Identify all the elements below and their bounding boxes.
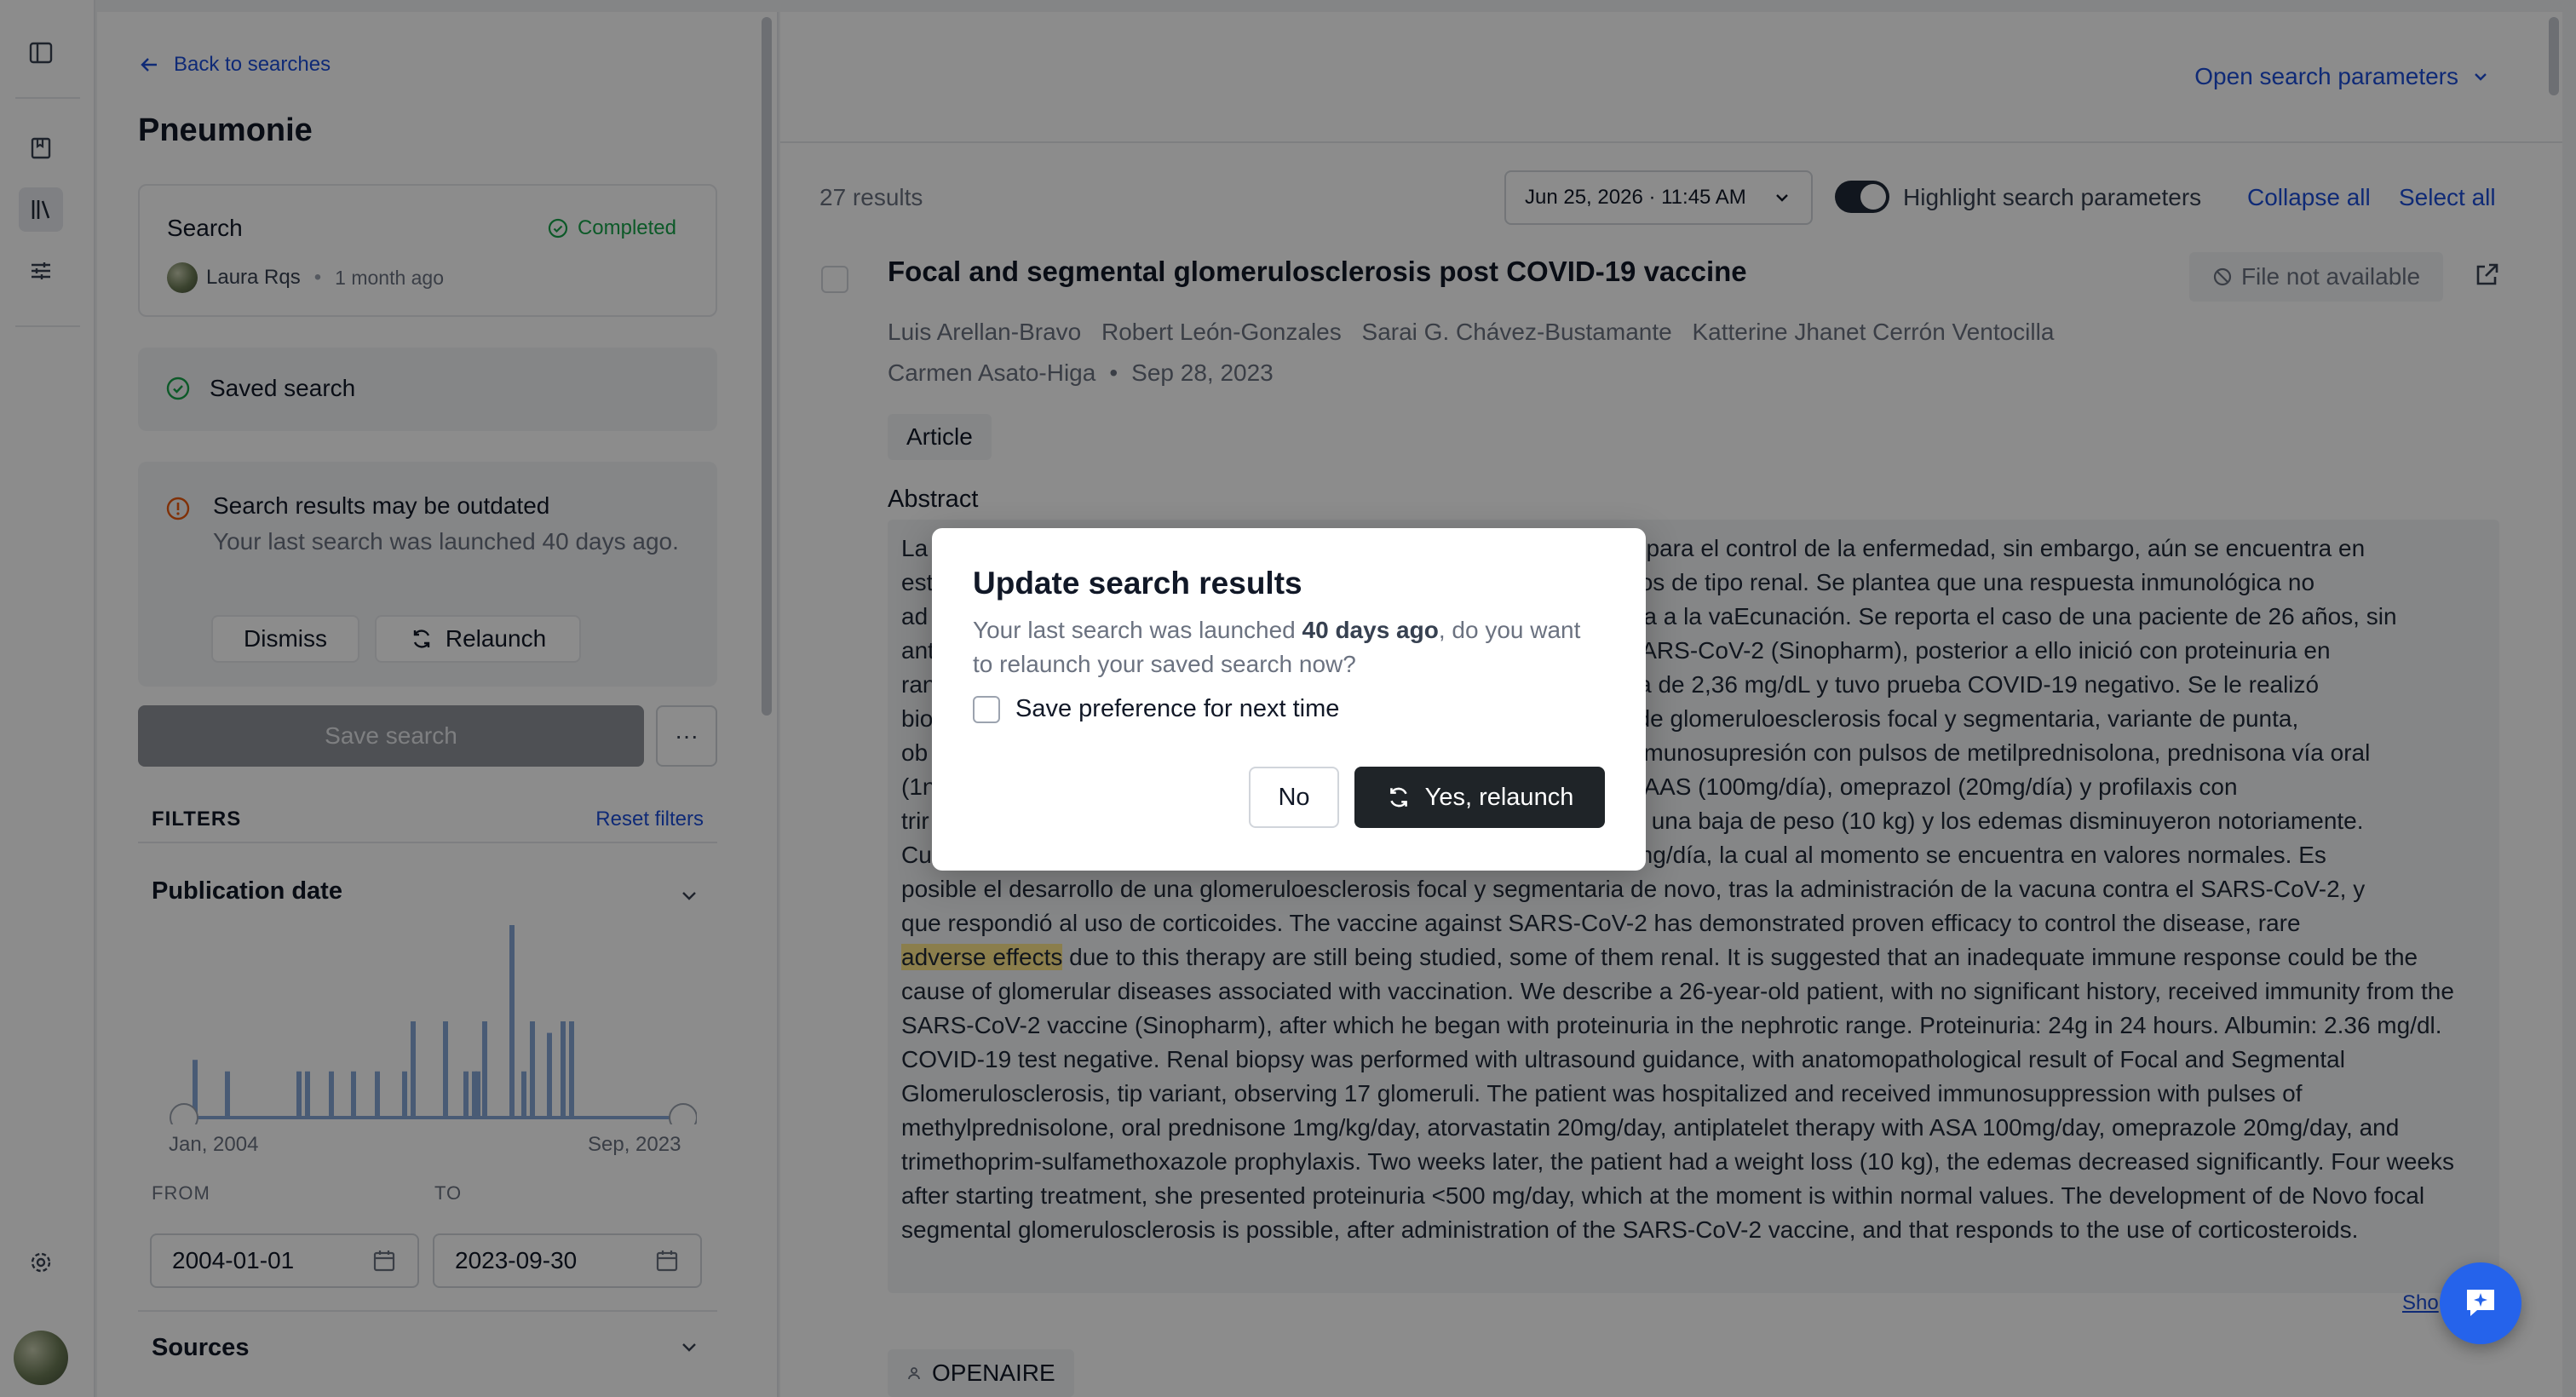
refresh-icon <box>1389 787 1407 808</box>
yes-relaunch-button[interactable]: Yes, relaunch <box>1354 767 1605 828</box>
no-button[interactable]: No <box>1249 767 1339 828</box>
update-results-dialog: Update search results Your last search w… <box>932 528 1646 871</box>
days-ago-emphasis: 40 days ago <box>1302 617 1439 643</box>
save-preference-label: Save preference for next time <box>1015 695 1340 722</box>
chat-assistant-button[interactable] <box>2440 1262 2521 1344</box>
dialog-description: Your last search was launched 40 days ag… <box>973 617 1581 677</box>
chat-sparkle-icon <box>2467 1290 2494 1316</box>
checkbox-box[interactable] <box>973 695 1000 723</box>
save-preference-checkbox[interactable]: Save preference for next time <box>973 695 1339 723</box>
yes-relaunch-label: Yes, relaunch <box>1424 783 1574 811</box>
dialog-title: Update search results <box>973 566 1302 601</box>
